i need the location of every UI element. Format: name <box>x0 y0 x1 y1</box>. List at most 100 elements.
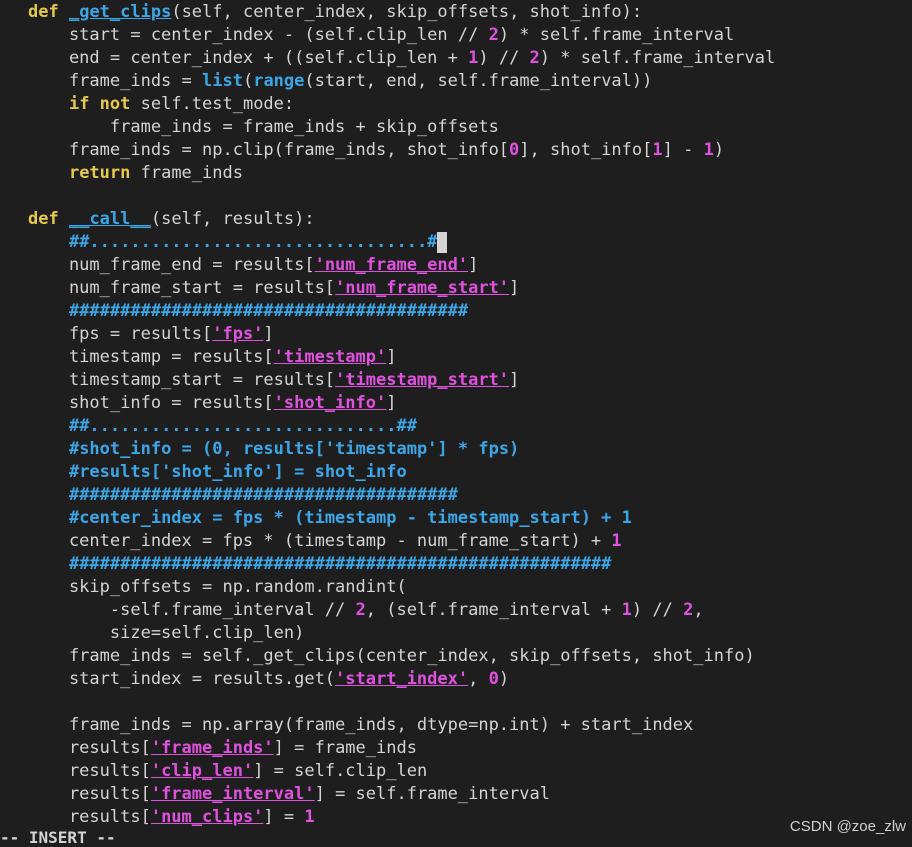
code-text: ] <box>468 255 479 275</box>
code-line[interactable]: skip_offsets = np.random.randint( <box>28 576 775 599</box>
string-token: 'start_index' <box>335 669 469 689</box>
code-text: ] <box>263 324 274 344</box>
code-line[interactable]: def _get_clips(self, center_index, skip_… <box>28 1 775 24</box>
code-line[interactable]: fps = results['fps'] <box>28 323 775 346</box>
number-token: 2 <box>488 25 499 45</box>
code-text: (self, results): <box>150 209 315 229</box>
code-line[interactable]: #center_index = fps * (timestamp - times… <box>28 507 775 530</box>
code-line[interactable]: #results['shot_info'] = shot_info <box>28 461 775 484</box>
code-text: ] = frame_inds <box>273 738 417 758</box>
code-line[interactable]: start_index = results.get('start_index',… <box>28 668 775 691</box>
code-text: frame_inds = np.clip(frame_inds, shot_in… <box>28 140 510 160</box>
comment-token: #results['shot_info'] = shot_info <box>68 462 407 482</box>
builtin-token: list <box>202 71 243 91</box>
code-line[interactable]: ####################################### <box>28 300 775 323</box>
code-text: ) * self.frame_interval <box>498 25 735 45</box>
code-text: frame_inds <box>130 163 243 183</box>
code-line[interactable]: num_frame_start = results['num_frame_sta… <box>28 277 775 300</box>
number-token: 1 <box>611 531 622 551</box>
code-line[interactable]: start = center_index - (self.clip_len //… <box>28 24 775 47</box>
code-line[interactable]: return frame_inds <box>28 162 775 185</box>
code-text: ] <box>386 393 397 413</box>
code-text: results[ <box>28 738 151 758</box>
number-token: 1 <box>468 48 479 68</box>
code-line[interactable]: frame_inds = frame_inds + skip_offsets <box>28 116 775 139</box>
code-text: skip_offsets = np.random.randint( <box>28 577 407 597</box>
code-text: results[ <box>28 761 151 781</box>
code-line[interactable]: def __call__(self, results): <box>28 208 775 231</box>
code-text: , <box>468 669 489 689</box>
vim-mode-indicator: -- INSERT -- <box>0 828 116 847</box>
code-line[interactable]: num_frame_end = results['num_frame_end'] <box>28 254 775 277</box>
string-token: 'num_frame_start' <box>335 278 510 298</box>
code-text: frame_inds = np.array(frame_inds, dtype=… <box>28 715 694 735</box>
number-token: 1 <box>304 807 315 827</box>
code-line[interactable]: timestamp_start = results['timestamp_sta… <box>28 369 775 392</box>
number-token: 0 <box>488 669 499 689</box>
code-text: (start, end, self.frame_interval)) <box>304 71 653 91</box>
code-line[interactable]: end = center_index + ((self.clip_len + 1… <box>28 47 775 70</box>
code-line[interactable]: ##.................................# <box>28 231 775 254</box>
code-line[interactable] <box>28 691 775 714</box>
number-token: 2 <box>355 600 366 620</box>
string-token: 'frame_inds' <box>150 738 274 758</box>
code-line[interactable]: frame_inds = np.array(frame_inds, dtype=… <box>28 714 775 737</box>
keyword-token: def <box>28 2 59 22</box>
code-line[interactable]: ########################################… <box>28 553 775 576</box>
comment-token: ###################################### <box>68 485 458 505</box>
code-text: ) // <box>478 48 530 68</box>
number-token: 2 <box>529 48 540 68</box>
comment-token: ########################################… <box>68 554 612 574</box>
code-text: frame_inds = <box>28 71 202 91</box>
code-text: timestamp = results[ <box>28 347 274 367</box>
code-line[interactable]: ###################################### <box>28 484 775 507</box>
code-line[interactable]: shot_info = results['shot_info'] <box>28 392 775 415</box>
code-text: ] <box>509 278 520 298</box>
string-token: 'timestamp_start' <box>335 370 510 390</box>
code-text: -self.frame_interval // <box>28 600 356 620</box>
code-line[interactable]: -self.frame_interval // 2, (self.frame_i… <box>28 599 775 622</box>
code-text: results[ <box>28 807 151 827</box>
code-text: timestamp_start = results[ <box>28 370 336 390</box>
code-text: ] = <box>263 807 305 827</box>
number-token: 1 <box>652 140 663 160</box>
code-text: ] <box>386 347 397 367</box>
code-line[interactable] <box>28 185 775 208</box>
code-text: (self, center_index, skip_offsets, shot_… <box>171 2 643 22</box>
code-text: ] = self.clip_len <box>253 761 428 781</box>
code-line[interactable]: results['frame_inds'] = frame_inds <box>28 737 775 760</box>
comment-token: #shot_info = (0, results['timestamp'] * … <box>68 439 520 459</box>
code-line[interactable]: frame_inds = self._get_clips(center_inde… <box>28 645 775 668</box>
code-text: ) <box>498 669 510 689</box>
code-line[interactable]: if not self.test_mode: <box>28 93 775 116</box>
code-line[interactable]: results['frame_interval'] = self.frame_i… <box>28 783 775 806</box>
code-line[interactable]: frame_inds = np.clip(frame_inds, shot_in… <box>28 139 775 162</box>
comment-token: #center_index = fps * (timestamp - times… <box>68 508 632 528</box>
code-text: start = center_index - (self.clip_len // <box>28 25 489 45</box>
function-name-token: _get_clips <box>68 2 172 22</box>
code-line[interactable]: ##..............................## <box>28 415 775 438</box>
code-line[interactable]: frame_inds = list(range(start, end, self… <box>28 70 775 93</box>
code-text: frame_inds = self._get_clips(center_inde… <box>28 646 755 666</box>
code-line[interactable]: timestamp = results['timestamp'] <box>28 346 775 369</box>
code-line[interactable]: #shot_info = (0, results['timestamp'] * … <box>28 438 775 461</box>
comment-token: ####################################### <box>68 301 469 321</box>
string-token: 'fps' <box>212 324 264 344</box>
code-line[interactable]: results['num_clips'] = 1 <box>28 806 775 829</box>
code-line[interactable]: center_index = fps * (timestamp - num_fr… <box>28 530 775 553</box>
code-line[interactable]: results['clip_len'] = self.clip_len <box>28 760 775 783</box>
code-text: start_index = results.get( <box>28 669 336 689</box>
code-line[interactable]: size=self.clip_len) <box>28 622 775 645</box>
string-token: 'num_frame_end' <box>314 255 469 275</box>
code-editor[interactable]: def _get_clips(self, center_index, skip_… <box>28 1 775 829</box>
code-text: size=self.clip_len) <box>28 623 305 643</box>
code-text: ) // <box>631 600 684 620</box>
